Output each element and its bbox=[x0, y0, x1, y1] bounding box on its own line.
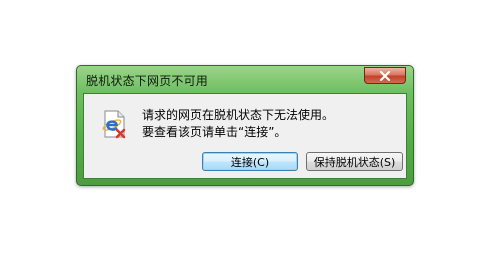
dialog-body: 请求的网页在脱机状态下无法使用。 要查看该页请单击“连接”。 连接(C) 保持脱… bbox=[83, 93, 407, 179]
title-bar[interactable]: 脱机状态下网页不可用 bbox=[77, 66, 413, 92]
offline-dialog: 脱机状态下网页不可用 请求的网页在脱机状态下无法使用。 要查看该页请单击“连接”… bbox=[76, 65, 414, 186]
message-line-1: 请求的网页在脱机状态下无法使用。 bbox=[142, 108, 335, 122]
window-title: 脱机状态下网页不可用 bbox=[86, 74, 209, 88]
ie-offline-error-icon bbox=[102, 110, 126, 139]
message-line-2: 要查看该页请单击“连接”。 bbox=[142, 125, 287, 139]
close-button[interactable] bbox=[364, 67, 406, 84]
close-icon bbox=[379, 70, 391, 81]
stay-offline-button[interactable]: 保持脱机状态(S) bbox=[306, 152, 403, 171]
connect-button[interactable]: 连接(C) bbox=[202, 152, 298, 171]
